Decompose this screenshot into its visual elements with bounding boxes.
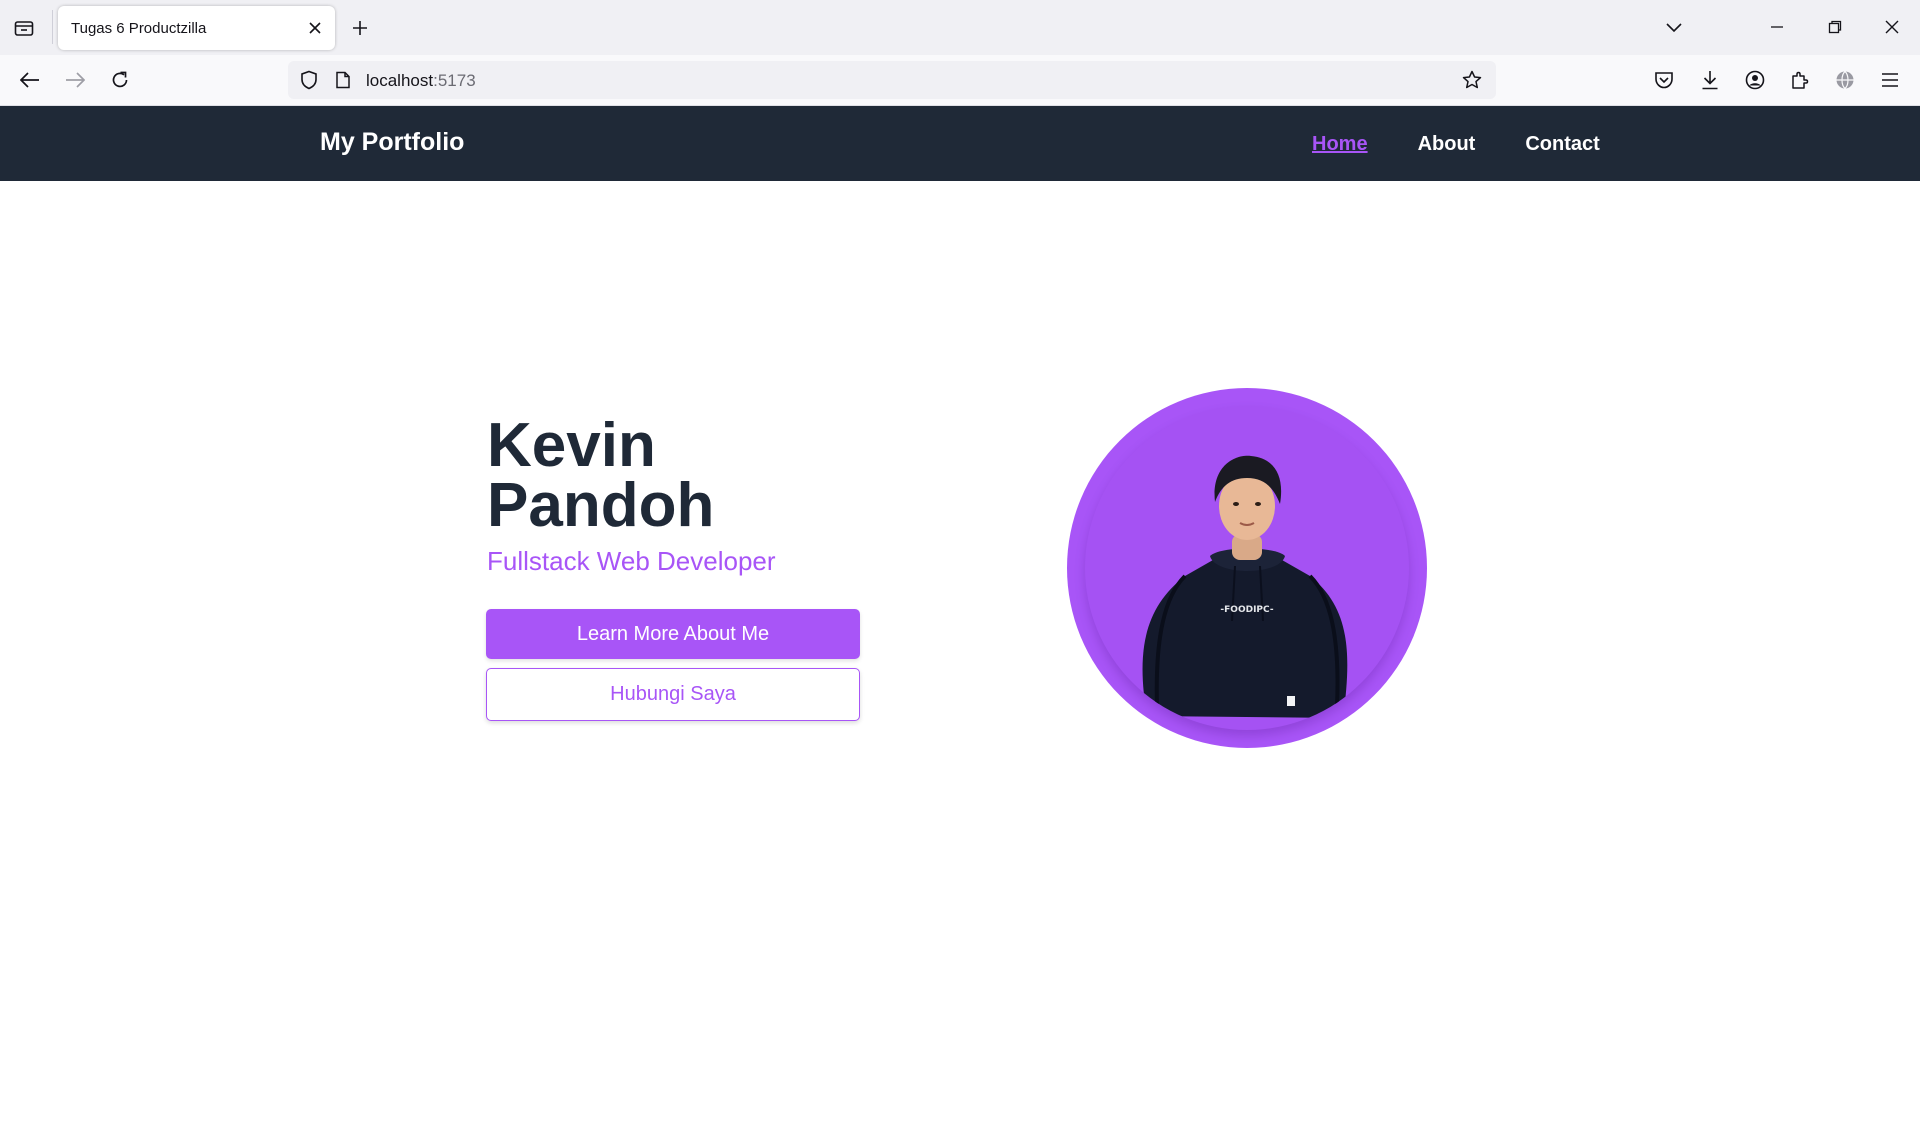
profile-photo-inner: -FOODIPC- <box>1085 406 1409 730</box>
shield-icon[interactable] <box>292 63 326 97</box>
url-port: :5173 <box>433 71 476 90</box>
hoodie-text: -FOODIPC- <box>1220 605 1273 615</box>
browser-toolbar: localhost:5173 <box>0 55 1920 106</box>
site-brand[interactable]: My Portfolio <box>320 128 464 157</box>
restore-icon[interactable] <box>1815 8 1855 46</box>
close-window-icon[interactable] <box>1872 8 1912 46</box>
person-illustration: -FOODIPC- <box>1142 455 1348 718</box>
star-icon[interactable] <box>1455 63 1489 97</box>
account-icon[interactable] <box>1738 63 1772 97</box>
hero-name: Kevin Pandoh <box>487 415 847 537</box>
pocket-icon[interactable] <box>1647 63 1681 97</box>
contact-me-button[interactable]: Hubungi Saya <box>486 668 860 721</box>
hero-last-name: Pandoh <box>487 471 715 540</box>
chevron-down-icon[interactable] <box>1658 12 1690 44</box>
browser-tab-strip: Tugas 6 Productzilla <box>0 0 1920 55</box>
extensions-icon[interactable] <box>1783 63 1817 97</box>
hero-role: Fullstack Web Developer <box>487 546 776 576</box>
download-icon[interactable] <box>1693 63 1727 97</box>
site-nav: Home About Contact <box>1312 133 1600 156</box>
site-header: My Portfolio Home About Contact <box>0 106 1920 181</box>
profile-photo: -FOODIPC- <box>1067 388 1427 748</box>
plus-icon[interactable] <box>344 12 376 44</box>
tab-list-icon[interactable] <box>8 12 40 44</box>
nav-link-contact[interactable]: Contact <box>1525 133 1599 156</box>
close-icon[interactable] <box>303 16 327 40</box>
tab-separator <box>52 10 53 44</box>
reload-icon[interactable] <box>103 63 137 97</box>
hamburger-menu-icon[interactable] <box>1873 63 1907 97</box>
hero-first-name: Kevin <box>487 411 656 480</box>
back-arrow-icon[interactable] <box>13 63 47 97</box>
nav-link-about[interactable]: About <box>1418 133 1476 156</box>
tab-active[interactable]: Tugas 6 Productzilla <box>58 6 335 50</box>
nav-link-home[interactable]: Home <box>1312 133 1368 156</box>
url-host: localhost <box>366 71 434 90</box>
url-text[interactable]: localhost:5173 <box>366 71 476 91</box>
globe-icon[interactable] <box>1828 63 1862 97</box>
forward-arrow-icon[interactable] <box>58 63 92 97</box>
page-icon <box>326 63 360 97</box>
tab-title: Tugas 6 Productzilla <box>71 20 207 37</box>
url-bar[interactable]: localhost:5173 <box>288 61 1496 99</box>
minimize-icon[interactable] <box>1757 8 1797 46</box>
learn-more-button[interactable]: Learn More About Me <box>486 609 860 659</box>
